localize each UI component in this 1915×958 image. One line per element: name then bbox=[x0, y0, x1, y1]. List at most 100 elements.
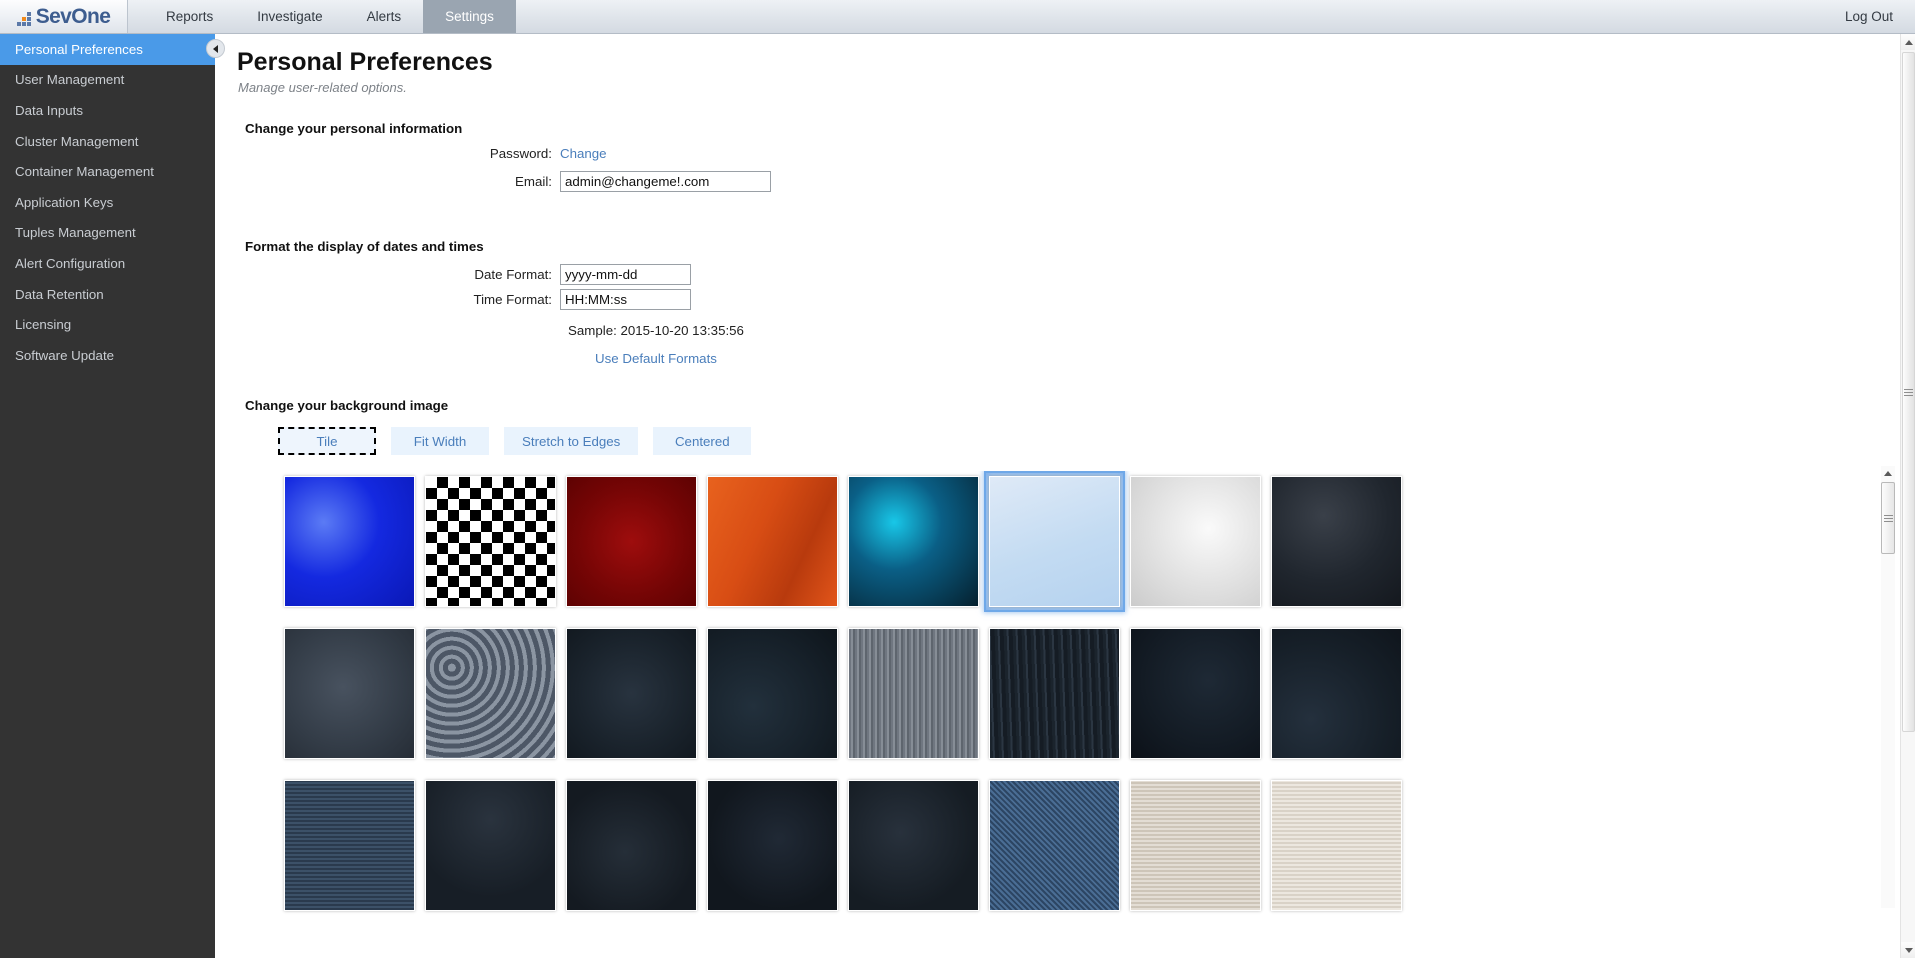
password-label: Password: bbox=[489, 146, 552, 161]
thumbnail-image bbox=[989, 780, 1120, 911]
sidebar-item-user-management[interactable]: User Management bbox=[0, 65, 215, 96]
time-format-input[interactable] bbox=[560, 289, 691, 310]
sidebar-item-cluster-management[interactable]: Cluster Management bbox=[0, 126, 215, 157]
background-thumbnail-blue-grain-strip[interactable] bbox=[279, 775, 420, 916]
background-thumbnail-sevone-cyan-logo-art[interactable] bbox=[843, 471, 984, 612]
background-thumbnail-light-grey-abstract[interactable] bbox=[1125, 471, 1266, 612]
thumbnail-image bbox=[425, 780, 556, 911]
thumbnail-image bbox=[566, 476, 697, 607]
sidebar-item-alert-configuration[interactable]: Alert Configuration bbox=[0, 248, 215, 279]
sidebar-item-data-retention[interactable]: Data Retention bbox=[0, 279, 215, 310]
background-thumbnail-dark-blue-mottled[interactable] bbox=[1266, 623, 1407, 764]
thumbnail-image bbox=[989, 476, 1120, 607]
change-password-link[interactable]: Change bbox=[560, 146, 607, 161]
sidebar-item-container-management[interactable]: Container Management bbox=[0, 156, 215, 187]
background-thumbnail-dark-navy-texture[interactable] bbox=[702, 623, 843, 764]
background-thumbnail-light-grain-strip[interactable] bbox=[1125, 775, 1266, 916]
thumbnail-image bbox=[848, 780, 979, 911]
background-thumbnail-blue-noise-strip[interactable] bbox=[984, 775, 1125, 916]
background-thumbnail-navy-grunge-texture[interactable] bbox=[561, 623, 702, 764]
date-format-label: Date Format: bbox=[474, 267, 552, 282]
thumbnail-image bbox=[707, 780, 838, 911]
thumbnail-image bbox=[1130, 780, 1261, 911]
sidebar-item-personal-preferences[interactable]: Personal Preferences bbox=[0, 34, 215, 65]
background-thumbnail-dark-red-gradient[interactable] bbox=[561, 471, 702, 612]
tab-settings[interactable]: Settings bbox=[423, 0, 516, 33]
background-thumbnail-dark-strip-two[interactable] bbox=[420, 775, 561, 916]
background-thumbnail-grid bbox=[279, 471, 1900, 916]
page-scroll-up-triangle-up-icon[interactable] bbox=[1901, 34, 1915, 50]
background-thumbnail-dark-scratched-texture[interactable] bbox=[984, 623, 1125, 764]
background-thumbnail-dark-charcoal-grunge[interactable] bbox=[1266, 471, 1407, 612]
thumbnail-image bbox=[284, 780, 415, 911]
background-mode-centered-button[interactable]: Centered bbox=[653, 427, 752, 455]
sidebar-item-licensing[interactable]: Licensing bbox=[0, 309, 215, 340]
page-scrollbar-thumb[interactable] bbox=[1902, 52, 1915, 732]
thumbnail-image bbox=[989, 628, 1120, 759]
section-heading-datetime-format: Format the display of dates and times bbox=[245, 239, 484, 254]
thumbnail-image bbox=[707, 628, 838, 759]
background-mode-stretch-to-edges-button[interactable]: Stretch to Edges bbox=[504, 427, 639, 455]
background-thumbnail-light-blue-city-skyline[interactable] bbox=[984, 471, 1125, 612]
sidebar-item-application-keys[interactable]: Application Keys bbox=[0, 187, 215, 218]
background-thumbnail-black-white-checkerboard[interactable] bbox=[420, 471, 561, 612]
background-thumbnail-orange-abstract[interactable] bbox=[702, 471, 843, 612]
top-navigation-bar: SevOne Reports Investigate Alerts Settin… bbox=[0, 0, 1915, 34]
time-format-label: Time Format: bbox=[473, 292, 552, 307]
settings-sidebar: Personal Preferences User Management Dat… bbox=[0, 34, 215, 958]
main-nav-tabs: Reports Investigate Alerts Settings bbox=[144, 0, 516, 33]
background-thumbnail-grey-brushed-metal[interactable] bbox=[843, 623, 984, 764]
logout-link[interactable]: Log Out bbox=[1845, 0, 1893, 33]
password-row: Password: Change bbox=[215, 146, 1900, 161]
thumbnail-image bbox=[1271, 628, 1402, 759]
time-format-row: Time Format: bbox=[215, 289, 1900, 310]
background-thumbnail-panel[interactable] bbox=[279, 471, 1900, 951]
use-default-formats-link[interactable]: Use Default Formats bbox=[595, 351, 717, 366]
page-title: Personal Preferences bbox=[237, 48, 493, 76]
page-subtitle: Manage user-related options. bbox=[238, 80, 407, 95]
sidebar-item-software-update[interactable]: Software Update bbox=[0, 340, 215, 371]
thumbnail-scroll-up-triangle-up-icon[interactable] bbox=[1881, 466, 1895, 480]
background-mode-tile-button[interactable]: Tile bbox=[278, 427, 376, 455]
thumbnail-image bbox=[566, 628, 697, 759]
background-thumbnail-pale-strip[interactable] bbox=[1266, 775, 1407, 916]
date-format-input[interactable] bbox=[560, 264, 691, 285]
sidebar-collapse-chevron-left-icon[interactable] bbox=[206, 39, 225, 58]
background-thumbnail-dark-strip-five[interactable] bbox=[843, 775, 984, 916]
thumbnail-image bbox=[284, 628, 415, 759]
thumbnail-image bbox=[1130, 628, 1261, 759]
bar-chart-logo-icon bbox=[16, 12, 31, 26]
background-thumbnail-slate-spiral-pattern[interactable] bbox=[279, 623, 420, 764]
tab-reports[interactable]: Reports bbox=[144, 0, 235, 33]
thumbnail-image bbox=[425, 476, 556, 607]
background-thumbnail-dark-strip-four[interactable] bbox=[702, 775, 843, 916]
background-thumbnail-blue-abstract[interactable] bbox=[279, 471, 420, 612]
sevone-logo[interactable]: SevOne bbox=[0, 0, 128, 33]
email-input[interactable] bbox=[560, 171, 771, 192]
email-row: Email: bbox=[215, 171, 1900, 192]
sidebar-item-data-inputs[interactable]: Data Inputs bbox=[0, 95, 215, 126]
sidebar-item-tuples-management[interactable]: Tuples Management bbox=[0, 218, 215, 249]
main-content: Personal Preferences Manage user-related… bbox=[215, 34, 1900, 958]
thumbnail-image bbox=[1130, 476, 1261, 607]
thumbnail-image bbox=[425, 628, 556, 759]
email-label: Email: bbox=[515, 174, 552, 189]
thumbnail-image bbox=[1271, 476, 1402, 607]
page-vertical-scrollbar[interactable] bbox=[1900, 34, 1915, 958]
thumbnail-image bbox=[848, 476, 979, 607]
thumbnail-image bbox=[566, 780, 697, 911]
background-thumbnail-dark-strip-three[interactable] bbox=[561, 775, 702, 916]
thumbnail-image bbox=[848, 628, 979, 759]
tab-alerts[interactable]: Alerts bbox=[345, 0, 424, 33]
background-mode-fit-width-button[interactable]: Fit Width bbox=[391, 427, 489, 455]
page-scroll-down-triangle-down-icon[interactable] bbox=[1901, 942, 1915, 958]
background-mode-buttons: Tile Fit Width Stretch to Edges Centered bbox=[278, 427, 1900, 455]
thumbnail-panel-scrollbar[interactable] bbox=[1881, 466, 1895, 908]
background-thumbnail-deep-navy-texture[interactable] bbox=[1125, 623, 1266, 764]
section-heading-personal-information: Change your personal information bbox=[245, 121, 463, 136]
thumbnail-image bbox=[1271, 780, 1402, 911]
date-format-row: Date Format: bbox=[215, 264, 1900, 285]
thumbnail-scrollbar-thumb[interactable] bbox=[1881, 482, 1895, 554]
tab-investigate[interactable]: Investigate bbox=[235, 0, 344, 33]
background-thumbnail-grey-circles-pattern[interactable] bbox=[420, 623, 561, 764]
